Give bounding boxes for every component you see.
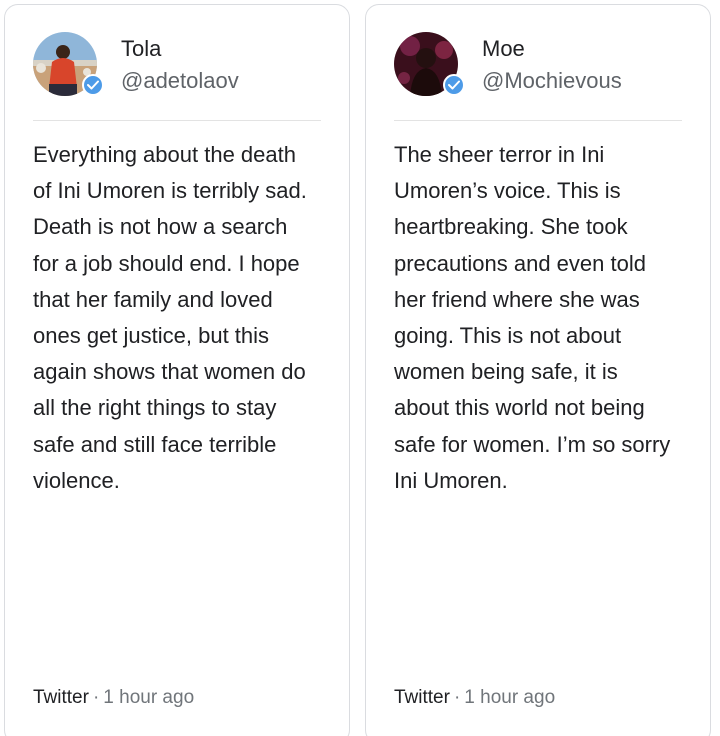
- tweet-header: Moe @Mochievous: [394, 32, 694, 102]
- tweet-line: all the right things to stay: [33, 395, 277, 421]
- tweet-line: heartbreaking. She took: [394, 214, 628, 240]
- tweet-line: Everything about the death: [33, 142, 296, 167]
- tweet-cards-page: Tola @adetolaov Everything about the dea…: [0, 0, 720, 736]
- tweet-line: of Ini Umoren is terribly sad.: [33, 178, 307, 204]
- separator: ·: [92, 687, 100, 708]
- tweet-header: Tola @adetolaov: [33, 32, 333, 102]
- source-label[interactable]: Twitter: [394, 687, 450, 708]
- tweet-line: going. This is not about: [394, 323, 622, 349]
- verified-badge-icon: [82, 74, 104, 96]
- tweet-line: violence.: [33, 467, 120, 493]
- tweet-card[interactable]: Tola @adetolaov Everything about the dea…: [4, 4, 350, 736]
- tweet-card[interactable]: Moe @Mochievous The sheer terror in Ini …: [365, 4, 711, 736]
- tweet-line: Ini Umoren.: [394, 467, 508, 493]
- tweet-line: women being safe, it is: [394, 359, 618, 385]
- display-name[interactable]: Tola: [121, 35, 161, 63]
- source-label[interactable]: Twitter: [33, 687, 89, 708]
- tweet-line: safe and still face terrible: [33, 431, 277, 457]
- tweet-line: her friend where she was: [394, 286, 640, 312]
- tweet-line: The sheer terror in Ini: [394, 142, 605, 167]
- tweet-line: precautions and even told: [394, 250, 646, 276]
- display-name[interactable]: Moe: [482, 35, 525, 63]
- tweet-line: Death is not how a search: [33, 214, 288, 240]
- tweet-line: safe for women. I’m so sorry: [394, 431, 671, 457]
- divider: [33, 120, 321, 121]
- tweet-line: again shows that women do: [33, 359, 306, 385]
- verified-badge-icon: [443, 74, 465, 96]
- tweet-line: about this world not being: [394, 395, 645, 421]
- tweet-footer: Twitter · 1 hour ago: [394, 685, 555, 711]
- tweet-line: Umoren’s voice. This is: [394, 178, 621, 204]
- user-handle[interactable]: @adetolaov: [121, 67, 239, 95]
- tweet-line: ones get justice, but this: [33, 323, 270, 349]
- tweet-footer: Twitter · 1 hour ago: [33, 685, 194, 711]
- user-handle[interactable]: @Mochievous: [482, 67, 622, 95]
- tweet-text: The sheer terror in Ini Umoren’s voice. …: [394, 137, 694, 499]
- divider: [394, 120, 682, 121]
- tweet-line: for a job should end. I hope: [33, 250, 300, 276]
- tweet-line: that her family and loved: [33, 286, 273, 312]
- separator: ·: [453, 687, 461, 708]
- timestamp[interactable]: 1 hour ago: [464, 687, 555, 708]
- timestamp[interactable]: 1 hour ago: [103, 687, 194, 708]
- tweet-text: Everything about the death of Ini Umoren…: [33, 137, 333, 499]
